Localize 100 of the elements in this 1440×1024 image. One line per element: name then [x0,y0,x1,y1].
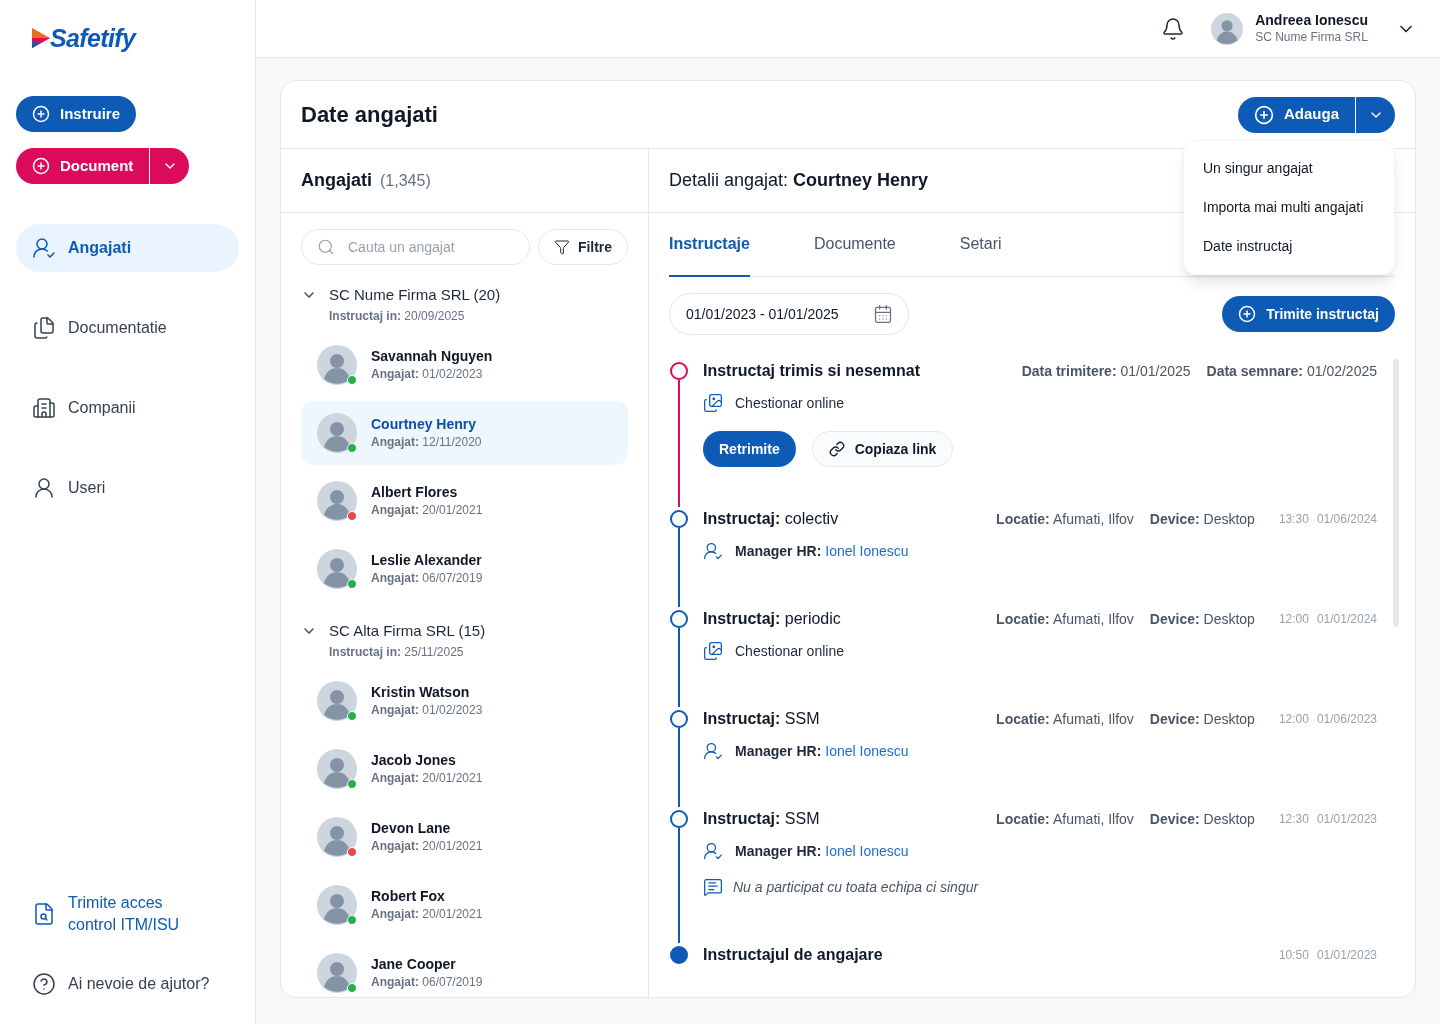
timeline-node [670,710,688,728]
nav-item[interactable]: Companii [16,384,239,432]
field-label: Manager HR: [735,541,822,561]
entry-date: 01/01/2024 [1316,611,1377,628]
avatar [317,953,357,993]
employee-row[interactable]: Savannah Nguyen Angajat: 01/02/2023 [301,333,628,397]
employee-name: Jane Cooper [371,955,457,974]
user-icon [32,476,56,500]
menu-item[interactable]: Date instructaj [1184,227,1394,266]
note-text: Nu a participat cu toata echipa ci singur [733,877,979,897]
employee-row[interactable]: Leslie Alexander Angajat: 06/07/2019 [301,537,628,601]
user-check-icon [32,236,56,260]
hire-date: Angajat: 20/01/2021 [371,503,483,519]
resend-button[interactable]: Retrimite [703,431,796,467]
avatar [317,817,357,857]
brand-name: Safetify [50,25,136,51]
itm-access-link[interactable]: Trimite acces control ITM/ISU [16,892,216,936]
employee-name: Kristin Watson [371,683,471,702]
entry-date: 01/01/2023 [1316,811,1377,828]
meta-text: Device: Desktop [1149,509,1255,529]
add-button[interactable]: Adauga [1238,96,1355,133]
date-range-field[interactable]: 01/01/2023 - 01/01/2025 [669,293,909,335]
employee-row[interactable]: Courtney Henry Angajat: 12/11/2020 [301,401,628,465]
avatar [317,681,357,721]
avatar [317,885,357,925]
employee-row[interactable]: Albert Flores Angajat: 20/01/2021 [301,469,628,533]
meta-text: Data trimitere: 01/01/2025 [1021,361,1191,381]
meta-text: Locatie: Afumati, Ilfov [996,709,1134,729]
menu-toggle-button[interactable] [1355,96,1395,133]
tab[interactable]: Instructaje [669,213,750,277]
employee-row[interactable]: Jacob Jones Angajat: 20/01/2021 [301,737,628,801]
create-button[interactable]: Instruire [16,96,136,132]
user-company: SC Nume Firma SRL [1255,29,1368,45]
avatar [317,749,357,789]
search-field[interactable]: Cauta un angajat [301,229,530,265]
hire-date: Angajat: 20/01/2021 [371,907,483,923]
entry-time: 12:00 [1278,711,1309,728]
menu-toggle-button[interactable] [149,148,190,184]
employee-row[interactable]: Devon Lane Angajat: 20/01/2021 [301,805,628,869]
plus-icon [32,157,50,175]
logo-icon [32,28,50,48]
scrollbar[interactable] [1393,359,1399,627]
meta-text: Device: Desktop [1149,709,1255,729]
training-date: Instructaj in: 25/11/2025 [329,644,465,661]
nav-item[interactable]: Useri [16,464,239,512]
employee-name: Leslie Alexander [371,551,483,570]
hire-date: Angajat: 01/02/2023 [371,703,483,719]
copy-link-button[interactable]: Copiaza link [811,431,954,467]
manager-link[interactable]: Ionel Ionescu [825,540,909,562]
employee-row[interactable]: Robert Fox Angajat: 20/01/2021 [301,873,628,937]
employee-name: Robert Fox [371,887,446,906]
plus-icon [1254,104,1274,125]
avatar [317,413,357,453]
hire-date: Angajat: 20/01/2021 [371,839,483,855]
timeline-node [670,510,688,528]
timeline-node [670,946,688,964]
meta-text: Data semnare: 01/02/2025 [1206,361,1377,381]
field-label: Manager HR: [735,741,822,761]
employee-name: Courtney Henry [371,415,478,434]
menu-item[interactable]: Un singur angajat [1184,149,1394,188]
images-icon [703,641,723,661]
manager-link[interactable]: Ionel Ionescu [825,840,909,862]
help-link[interactable]: Ai nevoie de ajutor? [16,972,239,996]
documents-icon [32,316,56,340]
nav-item[interactable]: Angajati [16,224,239,272]
entry-date: 01/01/2023 [1316,947,1377,964]
employee-count: (1,345) [380,170,431,191]
employee-name: Devon Lane [371,819,452,838]
menu-item[interactable]: Importa mai multi angajati [1184,188,1394,227]
hire-date: Angajat: 06/07/2019 [371,571,483,587]
meta-text: Locatie: Afumati, Ilfov [996,809,1134,829]
file-search-icon [32,902,56,926]
user-check-icon [703,741,723,761]
training-date: Instructaj in: 20/09/2025 [329,308,466,325]
tab[interactable]: Setari [959,213,1002,277]
panel-title: Angajati [301,169,372,192]
field-label: Manager HR: [735,841,822,861]
comment-icon [703,877,723,897]
link-icon [828,441,845,457]
employee-name: Albert Flores [371,483,459,502]
create-button[interactable]: Document [16,148,150,184]
employee-row[interactable]: Kristin Watson Angajat: 01/02/2023 [301,669,628,733]
hire-date: Angajat: 06/07/2019 [371,975,483,991]
meta-text: Locatie: Afumati, Ilfov [996,509,1134,529]
page-title: Date angajati [301,101,438,129]
questionnaire-label: Chestionar online [735,393,844,413]
help-icon [32,972,56,996]
manager-link[interactable]: Ionel Ionescu [825,740,909,762]
hire-date: Angajat: 01/02/2023 [371,367,484,383]
send-training-button[interactable]: Trimite instructaj [1222,296,1395,332]
timeline-node [670,362,688,380]
entry-time: 12:00 [1278,611,1309,628]
tab[interactable]: Documente [813,213,896,277]
entry-date: 01/06/2024 [1316,511,1377,528]
plus-icon [1238,305,1257,323]
training-title: Instructaj trimis si nesemnat [703,361,920,381]
employee-row[interactable]: Jane Cooper Angajat: 06/07/2019 [301,941,628,997]
meta-text: Locatie: Afumati, Ilfov [996,609,1134,629]
avatar [317,549,357,589]
nav-item[interactable]: Documentatie [16,304,239,352]
